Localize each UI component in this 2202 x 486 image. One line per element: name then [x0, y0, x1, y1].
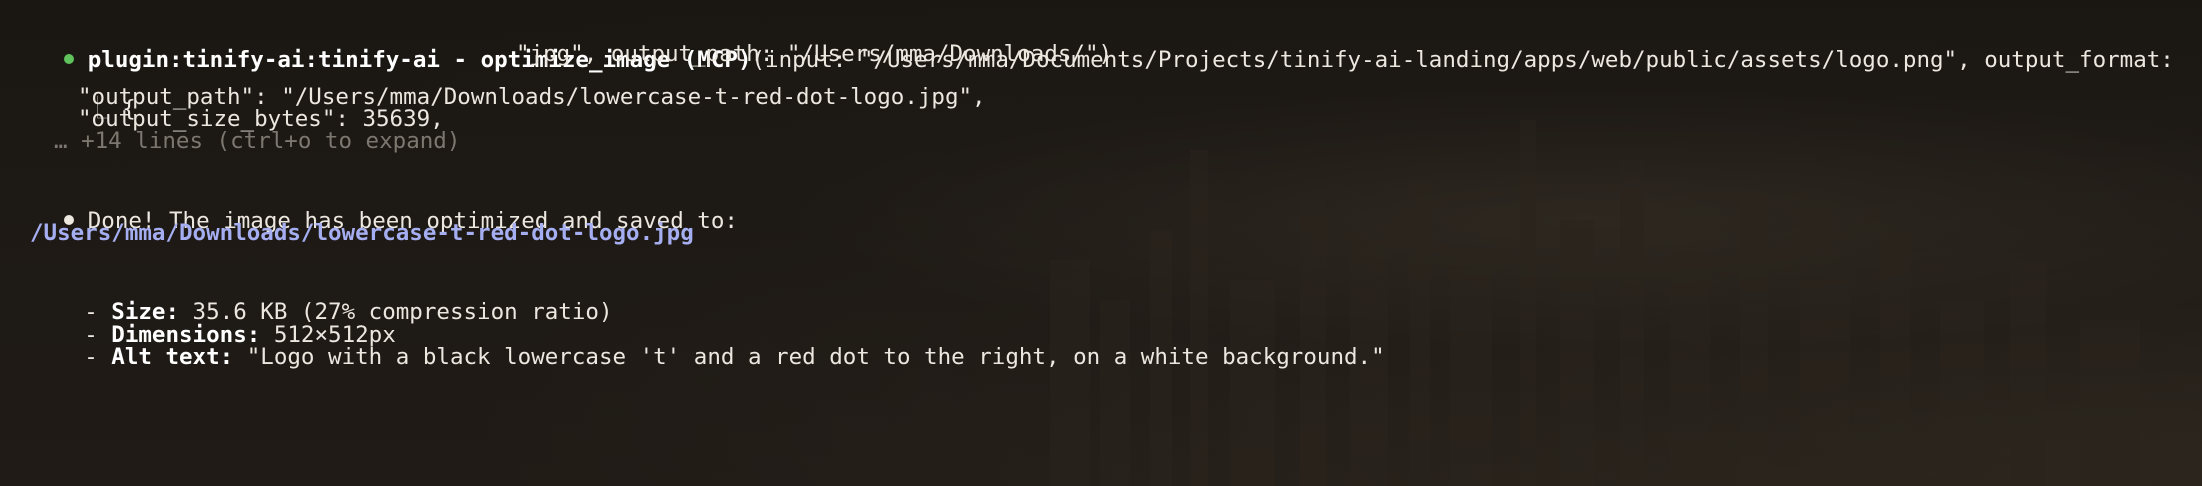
terminal-window: plugin:tinify-ai:tinify-ai - optimize_im… — [0, 0, 2202, 486]
detail-label: Alt text: — [111, 344, 234, 370]
list-bullet: - — [84, 344, 112, 370]
saved-path-link[interactable]: /Users/mma/Downloads/lowercase-t-red-dot… — [30, 216, 694, 250]
collapsed-lines-hint[interactable]: … +14 lines (ctrl+o to expand) — [54, 124, 460, 158]
detail-item-alt-text: - Alt text: "Logo with a black lowercase… — [30, 306, 1385, 408]
detail-value: "Logo with a black lowercase 't' and a r… — [233, 344, 1385, 370]
tool-call-args-line2: "jpg", output_path: "/Users/mma/Download… — [516, 41, 1113, 67]
